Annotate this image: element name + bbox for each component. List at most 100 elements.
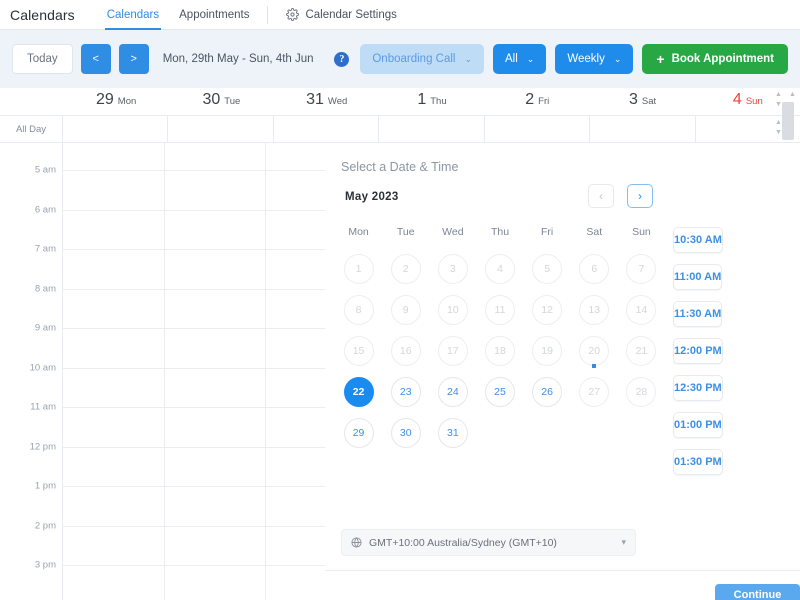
- date-30[interactable]: 30: [390, 417, 421, 448]
- date-10: 10: [437, 294, 468, 325]
- date-cell: 25: [476, 371, 523, 412]
- date-29[interactable]: 29: [343, 417, 374, 448]
- date-23[interactable]: 23: [390, 376, 421, 407]
- previous-month-button[interactable]: ‹: [588, 184, 614, 208]
- date-empty: [485, 418, 515, 448]
- day-name: Sun: [745, 96, 763, 107]
- all-day-cell[interactable]: [272, 116, 378, 142]
- timezone-select[interactable]: GMT+10:00 Australia/Sydney (GMT+10) ▾: [341, 529, 636, 556]
- plus-icon: +: [656, 51, 665, 67]
- day-number: 30: [202, 91, 221, 108]
- day-number: 4: [732, 91, 742, 108]
- time-slot-10-30-am[interactable]: 10:30 AM: [673, 227, 723, 253]
- date-cell: 26: [524, 371, 571, 412]
- chevron-down-icon: ▾: [621, 537, 626, 547]
- tab-calendars[interactable]: Calendars: [97, 0, 169, 30]
- date-cell: [476, 412, 523, 453]
- date-17: 17: [437, 335, 468, 366]
- date-cell: 16: [382, 330, 429, 371]
- date-24[interactable]: 24: [437, 376, 468, 407]
- all-day-cell[interactable]: [589, 116, 694, 142]
- day-header-wed-31[interactable]: 31 Wed: [273, 88, 379, 115]
- view-filter-dropdown[interactable]: Weekly ⌄: [555, 44, 634, 74]
- weekday-wed: Wed: [442, 226, 464, 238]
- day-header-tue-30[interactable]: 30 Tue: [168, 88, 273, 115]
- previous-week-button[interactable]: <: [80, 44, 111, 74]
- day-header-row: 29 Mon 30 Tue 31 Wed 1 Thu 2 Fri 3 Sat 4…: [0, 88, 800, 116]
- time-label: 5 am: [34, 164, 56, 176]
- vertical-scrollbar-thumb[interactable]: [782, 102, 794, 140]
- date-cell: 27: [571, 371, 618, 412]
- time-slot-12-00-pm[interactable]: 12:00 PM: [673, 338, 723, 364]
- all-day-row: All Day: [0, 116, 800, 143]
- date-22[interactable]: 22: [343, 376, 374, 407]
- time-label: 10 am: [29, 362, 56, 373]
- date-row: 1234567: [335, 248, 665, 289]
- date-row: 22 23 24 25 26 27 28: [335, 371, 665, 412]
- time-slot-01-30-pm[interactable]: 01:30 PM: [673, 449, 723, 475]
- time-gutter: 5 am 6 am 7 am 8 am 9 am 10 am 11 am 12 pm 1 pm 2…: [0, 143, 63, 600]
- time-label: 12 pm: [29, 441, 56, 452]
- date-25[interactable]: 25: [484, 376, 515, 407]
- time-label: 1 pm: [34, 480, 56, 492]
- gear-icon: [286, 8, 300, 21]
- date-cell: 30: [382, 412, 429, 453]
- weekday-fri: Fri: [541, 226, 554, 238]
- date-cell: 7: [618, 248, 665, 289]
- grid-scroll-spinner[interactable]: ▲: [786, 90, 799, 100]
- today-button[interactable]: Today: [12, 44, 73, 74]
- calendar-filter-dropdown[interactable]: Onboarding Call ⌄: [360, 44, 485, 74]
- book-appointment-label: Book Appointment: [671, 53, 774, 65]
- booking-panel: Select a Date & Time May 2023 ‹ › Mon Tu…: [325, 143, 800, 600]
- all-day-cells: [63, 116, 800, 142]
- page-title: Calendars: [10, 6, 75, 23]
- day-name: Sat: [641, 96, 657, 107]
- date-availability-dot: [592, 364, 597, 368]
- all-day-cell[interactable]: [378, 116, 483, 142]
- day-name: Mon: [117, 96, 137, 107]
- date-cell: 1: [335, 248, 382, 289]
- time-slot-11-00-am[interactable]: 11:00 AM: [673, 264, 723, 290]
- time-label: 3 pm: [34, 559, 56, 571]
- day-header-thu-1[interactable]: 1 Thu: [378, 88, 484, 115]
- day-header-fri-2[interactable]: 2 Fri: [484, 88, 589, 115]
- spinner-down-icon[interactable]: ▼: [775, 100, 782, 110]
- spinner-up-icon[interactable]: ▲: [789, 90, 796, 100]
- help-icon[interactable]: ?: [334, 51, 350, 67]
- date-cell: 31: [429, 412, 476, 453]
- all-day-cell[interactable]: [63, 116, 167, 142]
- time-slot-11-30-am[interactable]: 11:30 AM: [673, 301, 723, 327]
- date-3: 3: [437, 253, 468, 284]
- day-header-sat-3[interactable]: 3 Sat: [589, 88, 694, 115]
- all-day-cell[interactable]: [167, 116, 272, 142]
- day-header-mon-29[interactable]: 29 Mon: [63, 88, 168, 115]
- tab-calendar-settings[interactable]: Calendar Settings: [276, 0, 406, 30]
- date-26[interactable]: 26: [532, 376, 563, 407]
- time-label: 6 am: [34, 204, 56, 215]
- date-cell: 19: [524, 330, 571, 371]
- time-slot-01-00-pm[interactable]: 01:00 PM: [673, 412, 723, 438]
- all-day-cell[interactable]: [483, 116, 589, 142]
- date-12: 12: [532, 294, 563, 325]
- tab-calendars-label: Calendars: [106, 8, 160, 21]
- chevron-down-icon: ⌄: [464, 53, 473, 64]
- date-cell: 10: [429, 289, 476, 330]
- user-filter-dropdown[interactable]: All ⌄: [493, 44, 547, 74]
- spinner-down-icon[interactable]: ▼: [775, 128, 782, 138]
- date-empty: [532, 418, 562, 448]
- tab-appointments[interactable]: Appointments: [169, 0, 259, 30]
- next-month-button[interactable]: ›: [627, 184, 653, 208]
- book-appointment-button[interactable]: + Book Appointment: [642, 44, 788, 74]
- continue-button[interactable]: Continue: [715, 584, 800, 600]
- calendar-filter-label: Onboarding Call: [372, 53, 456, 65]
- time-label: 9 am: [34, 322, 56, 334]
- view-filter-label: Weekly: [567, 53, 605, 65]
- next-week-button[interactable]: >: [118, 44, 149, 74]
- toolbar-right-group: ? Onboarding Call ⌄ All ⌄ Weekly ⌄ + Boo…: [334, 44, 788, 74]
- spinner-up-icon[interactable]: ▲: [775, 90, 782, 100]
- spinner-up-icon[interactable]: ▲: [775, 118, 782, 128]
- date-31[interactable]: 31: [437, 417, 468, 448]
- date-cell: 11: [476, 289, 523, 330]
- time-slot-12-30-pm[interactable]: 12:30 PM: [673, 375, 723, 401]
- date-cell: 12: [524, 289, 571, 330]
